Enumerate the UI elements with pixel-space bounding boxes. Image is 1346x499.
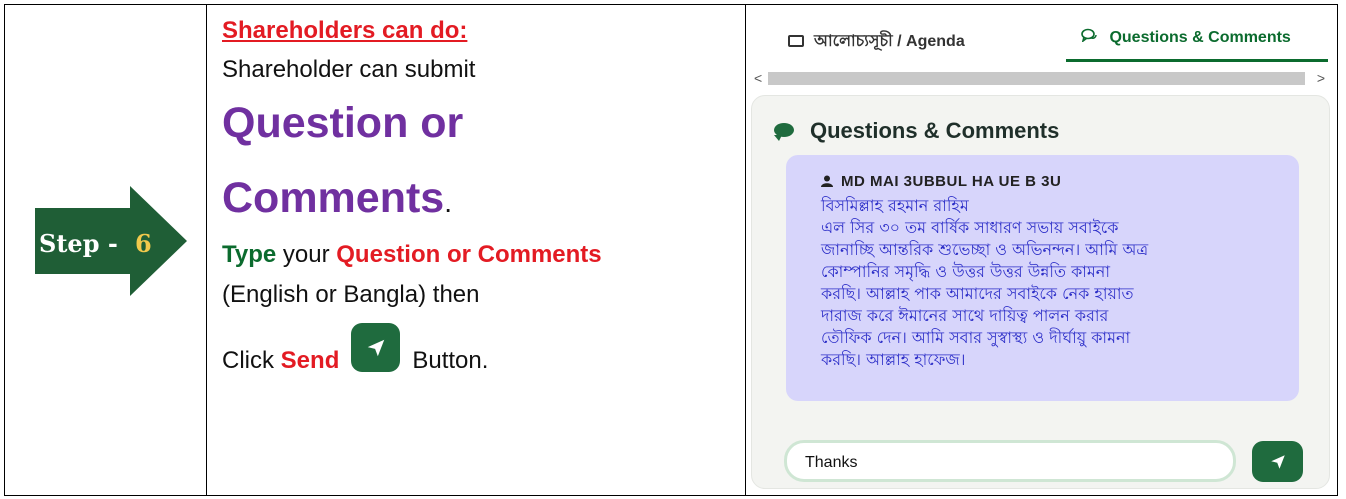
tab-questions-comments[interactable]: Questions & Comments [1081, 28, 1291, 47]
message-bubble: MD MAI 3UBBUL HA UE B 3U বিসমিল্লাহ রহমা… [786, 155, 1299, 401]
message-line: তৌফিক দেন। আমি সবার সুস্বাস্থ্য ও দীর্ঘা… [821, 328, 1131, 347]
questions-card: Questions & Comments MD MAI 3UBBUL HA UE… [751, 95, 1330, 489]
step-number: 6 [135, 229, 152, 258]
tab-agenda-label-en: / Agenda [892, 33, 965, 50]
send-word: Send [280, 346, 340, 374]
message-line: এল সির ৩০ তম বার্ষিক সাধারণ সভায় সবাইকে [821, 218, 1119, 237]
scrollbar-track[interactable] [768, 72, 1305, 85]
column-divider [745, 5, 746, 495]
highlight-word: Comments [222, 174, 445, 222]
message-line: করছি। আল্লাহ পাক আমাদের সবাইকে নেক হায়া… [821, 284, 1134, 303]
tab-questions-label: Questions & Comments [1109, 29, 1291, 46]
tab-bar: আলোচ্যসূচী / Agenda Questions & Comments [748, 6, 1335, 64]
message-author: MD MAI 3UBBUL HA UE B 3U [821, 173, 1061, 190]
step-label: Step - [39, 229, 118, 258]
list-icon [788, 35, 804, 47]
send-button[interactable] [1252, 441, 1303, 482]
card-title: Questions & Comments [774, 118, 1059, 144]
highlight-text: Comments. [222, 174, 452, 223]
tab-agenda-label-bn: আলোচ্যসূচী [814, 31, 893, 50]
type-target: Question or Comments [336, 241, 602, 268]
instructions-line: Click Send Button. [222, 323, 489, 386]
instructions-line: Shareholder can submit [222, 56, 476, 83]
horizontal-scrollbar[interactable]: < > [748, 69, 1335, 89]
card-title-text: Questions & Comments [810, 118, 1060, 143]
comment-input[interactable] [803, 451, 1217, 475]
type-mid: your [276, 241, 337, 268]
user-icon [821, 175, 833, 187]
send-icon [351, 323, 401, 372]
app-screenshot: আলোচ্যসূচী / Agenda Questions & Comments… [748, 6, 1335, 492]
message-line: দারাজ করে ঈমানের সাথে দায়িত্ব পালন করার [821, 306, 1109, 325]
message-line: কোম্পানির সমৃদ্ধি ও উত্তর উত্তর উন্নতি ক… [821, 262, 1110, 281]
message-body: বিসমিল্লাহ রহমান রাহিম এল সির ৩০ তম বার্… [821, 195, 1281, 371]
message-line: করছি। আল্লাহ হাফেজ। [821, 350, 966, 369]
tab-agenda[interactable]: আলোচ্যসূচী / Agenda [788, 28, 965, 55]
comment-input-wrapper [784, 440, 1236, 482]
type-word: Type [222, 241, 277, 268]
active-tab-indicator [1066, 59, 1328, 62]
step-arrow: Step - 6 [35, 186, 190, 301]
button-word: Button. [412, 346, 489, 374]
instructions-line: Type your Question or Comments [222, 241, 602, 269]
click-word: Click [222, 346, 281, 374]
period: . [444, 187, 452, 218]
instructions-heading: Shareholders can do: [222, 17, 468, 44]
instructions-line: (English or Bangla) then [222, 281, 480, 308]
scroll-right-icon[interactable]: > [1317, 70, 1325, 86]
send-icon [1271, 455, 1285, 469]
chat-icon [1081, 28, 1101, 46]
author-name: MD MAI 3UBBUL HA UE B 3U [841, 173, 1062, 190]
speech-bubble-icon [774, 123, 794, 141]
highlight-text: Question or [222, 99, 464, 147]
message-line: জানাচ্ছি আন্তরিক শুভেচ্ছা ও অভিনন্দন। আম… [821, 240, 1149, 259]
scroll-left-icon[interactable]: < [754, 70, 762, 86]
column-divider [206, 5, 207, 495]
message-line: বিসমিল্লাহ রহমান রাহিম [821, 196, 969, 215]
